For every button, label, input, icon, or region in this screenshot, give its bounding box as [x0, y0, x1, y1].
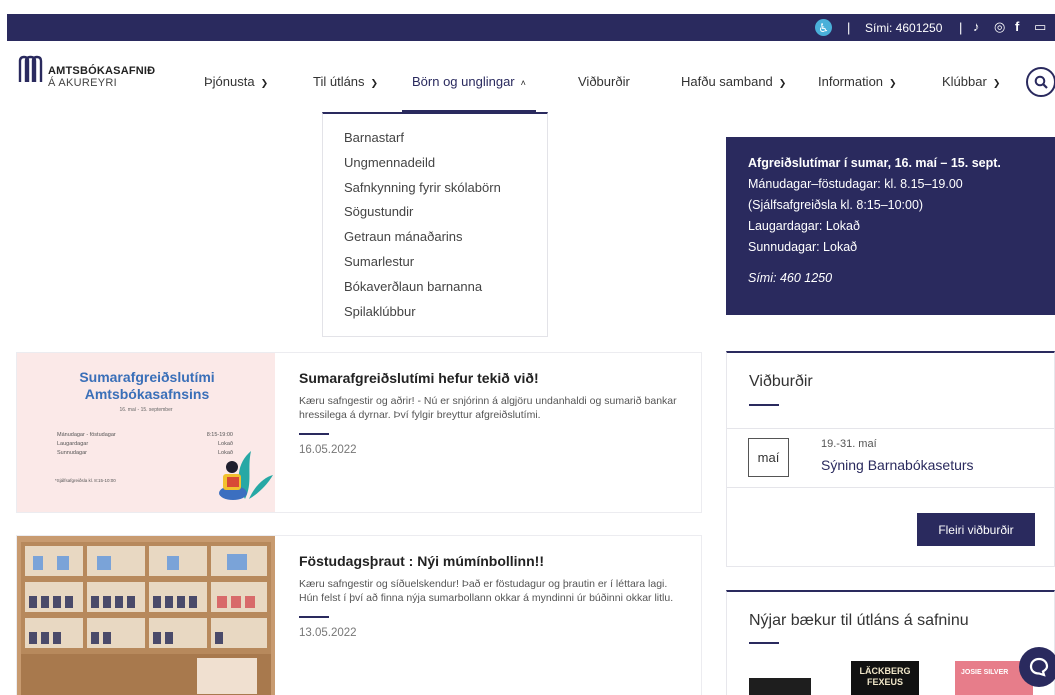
book-cover[interactable]: LÄCKBERG FEXEUS — [851, 661, 919, 695]
nav-item-til-utlans[interactable]: Til útláns ❯ — [313, 74, 378, 89]
news-card[interactable]: Föstudagsþraut : Nýi múmínbollinn!! Kæru… — [16, 535, 702, 695]
divider — [299, 616, 329, 618]
event-item[interactable]: maí 19.-31. maí Sýning Barnabókaseturs — [727, 428, 1054, 488]
divider — [749, 404, 779, 406]
hours-line: Mánudagar–föstudagar: kl. 8.15–19.00 — [748, 177, 963, 191]
chevron-down-icon: ❯ — [260, 78, 269, 88]
nav-label: Þjónusta — [204, 74, 255, 89]
news-title[interactable]: Sumarafgreiðslutími hefur tekið við! — [299, 370, 689, 386]
accessibility-icon[interactable]: ♿ — [815, 19, 832, 36]
chevron-down-icon: ❯ — [370, 78, 379, 88]
event-month: maí — [748, 438, 789, 477]
hours-phone[interactable]: Sími: 460 1250 — [748, 268, 1055, 289]
chevron-down-icon: ❯ — [889, 78, 897, 88]
nav-label: Hafðu samband — [681, 74, 773, 89]
dropdown-item-ungmennadeild[interactable]: Ungmennadeild — [344, 151, 547, 176]
dropdown-item-sogustundir[interactable]: Sögustundir — [344, 200, 547, 225]
dropdown-born-og-unglingar: Barnastarf Ungmennadeild Safnkynning fyr… — [322, 112, 548, 337]
book-cover[interactable] — [749, 678, 811, 695]
news-body: Föstudagsþraut : Nýi múmínbollinn!! Kæru… — [299, 553, 689, 639]
dropdown-item-safnkynning[interactable]: Safnkynning fyrir skólabörn — [344, 176, 547, 201]
nav-item-information[interactable]: Information ❯ — [818, 74, 897, 89]
poster-day: Mánudagar - föstudagar — [57, 432, 116, 438]
search-button[interactable] — [1026, 67, 1055, 97]
news-image-shop-shelves[interactable] — [17, 536, 275, 695]
nav-label: Klúbbar — [942, 74, 987, 89]
news-excerpt: Kæru safngestir og síðuelskendur! Það er… — [299, 578, 674, 604]
main-nav: AMTSBÓKASAFNIÐ Á AKUREYRI Þjónusta ❯ Til … — [0, 41, 1055, 113]
poster-range: 16. maí - 15. september — [119, 407, 173, 413]
poster-days: Mánudagar - föstudagar Laugardagar Sunnu… — [57, 431, 116, 458]
poster-note: *Sjálfsafgreiðsla kl. 8:15-10:00 — [55, 478, 116, 483]
book-title: FEXEUS — [866, 677, 903, 687]
dropdown-item-sumarlestur[interactable]: Sumarlestur — [344, 250, 547, 275]
poster-day: Laugardagar — [57, 441, 89, 447]
news-title[interactable]: Föstudagsþraut : Nýi múmínbollinn!! — [299, 553, 689, 569]
logo-mark-icon[interactable] — [18, 55, 43, 82]
separator: | — [847, 20, 851, 35]
nav-item-hafdu-samband[interactable]: Hafðu samband ❯ — [681, 74, 786, 89]
news-date: 16.05.2022 — [299, 444, 357, 456]
events-title: Viðburðir — [749, 373, 813, 390]
chevron-up-icon: ˄ — [520, 78, 526, 88]
facebook-icon[interactable]: f — [1015, 19, 1019, 34]
tiktok-icon[interactable]: ♪ — [973, 19, 980, 34]
search-icon — [1034, 75, 1048, 89]
nav-label: Viðburðir — [578, 74, 630, 89]
event-date: 19.-31. maí — [821, 438, 877, 450]
youtube-icon[interactable]: ▭ — [1034, 19, 1046, 35]
book-author: LÄCKBERG — [859, 666, 911, 676]
poster-time: 8:15-19:00 — [206, 432, 233, 438]
poster-title: Sumarafgreiðslutími Amtsbókasafnsins — [79, 369, 215, 402]
divider — [749, 642, 779, 644]
news-image-poster[interactable]: Sumarafgreiðslutími Amtsbókasafnsins 16.… — [17, 353, 275, 512]
dropdown-item-barnastarf[interactable]: Barnastarf — [344, 126, 547, 151]
nav-item-born-og-unglingar[interactable]: Börn og unglingar ˄ — [402, 74, 536, 112]
nav-item-klubbar[interactable]: Klúbbar ❯ — [942, 74, 1000, 89]
news-date: 13.05.2022 — [299, 627, 357, 639]
nav-label: Börn og unglingar — [412, 74, 515, 89]
hours-line: Sunnudagar: Lokað — [748, 240, 858, 254]
news-body: Sumarafgreiðslutími hefur tekið við! Kær… — [299, 370, 689, 456]
new-books-title: Nýjar bækur til útláns á safninu — [749, 612, 969, 629]
nav-label: Information — [818, 74, 884, 89]
opening-hours-box: Afgreiðslutímar í sumar, 16. maí – 15. s… — [726, 137, 1055, 315]
page-edge — [0, 0, 1055, 14]
instagram-icon[interactable]: ◎ — [994, 19, 1005, 35]
news-card[interactable]: Sumarafgreiðslutími Amtsbókasafnsins 16.… — [16, 352, 702, 513]
news-excerpt: Kæru safngestir og aðrir! - Nú er snjóri… — [299, 395, 677, 421]
utility-bar: ♿ | Sími: 4601250 | ♪ ◎ f ▭ — [7, 14, 1055, 41]
shelves-photo — [17, 536, 275, 695]
chat-icon — [1029, 657, 1049, 677]
brand-name[interactable]: AMTSBÓKASAFNIÐ — [48, 65, 155, 77]
new-books-panel: Nýjar bækur til útláns á safninu LÄCKBER… — [726, 590, 1055, 695]
divider — [299, 433, 329, 435]
poster-day: Sunnudagar — [57, 450, 87, 456]
dropdown-item-getraun[interactable]: Getraun mánaðarins — [344, 225, 547, 250]
brand-subtitle: Á AKUREYRI — [48, 77, 118, 89]
topbar-phone[interactable]: Sími: 4601250 — [865, 21, 942, 35]
chevron-down-icon: ❯ — [778, 78, 787, 88]
hours-line: (Sjálfsafgreiðsla kl. 8:15–10:00) — [748, 198, 924, 212]
nav-label: Til útláns — [313, 74, 365, 89]
chat-button[interactable] — [1019, 647, 1055, 687]
event-name[interactable]: Sýning Barnabókaseturs — [821, 457, 974, 473]
dropdown-item-spilaklubbur[interactable]: Spilaklúbbur — [344, 300, 547, 325]
hours-line: Laugardagar: Lokað — [748, 219, 860, 233]
hours-title: Afgreiðslutímar í sumar, 16. maí – 15. s… — [748, 156, 1001, 170]
separator: | — [959, 20, 963, 35]
more-events-button[interactable]: Fleiri viðburðir — [917, 513, 1035, 546]
reading-person-illustration — [219, 451, 273, 500]
events-panel: Viðburðir maí 19.-31. maí Sýning Barnabó… — [726, 351, 1055, 567]
nav-item-vidburdir[interactable]: Viðburðir — [578, 74, 630, 89]
nav-item-thjonusta[interactable]: Þjónusta ❯ — [204, 74, 268, 89]
chevron-down-icon: ❯ — [992, 78, 1001, 88]
dropdown-item-bokaverdlaun[interactable]: Bókaverðlaun barnanna — [344, 275, 547, 300]
